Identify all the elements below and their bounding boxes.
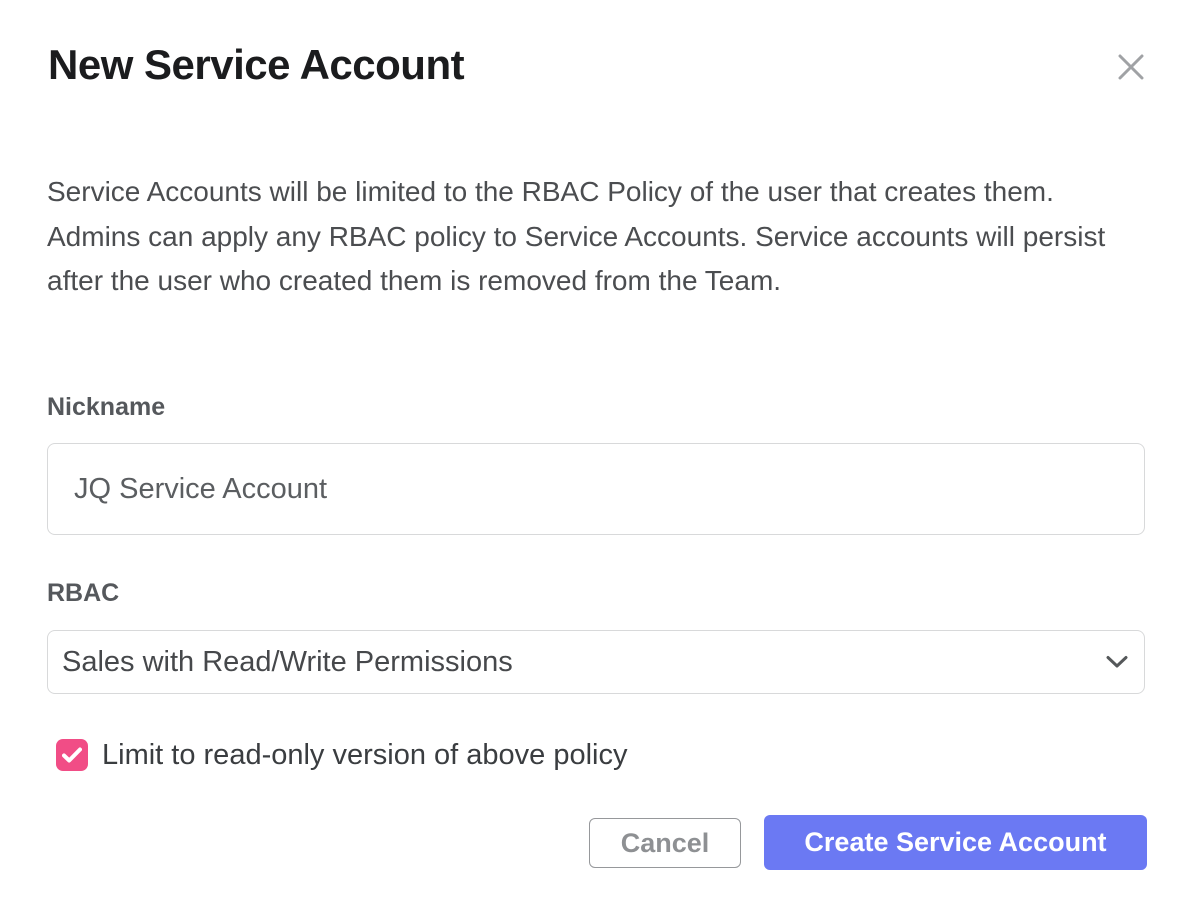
create-service-account-button[interactable]: Create Service Account [764, 815, 1147, 870]
nickname-input[interactable] [47, 443, 1145, 535]
rbac-selected-value: Sales with Read/Write Permissions [62, 646, 513, 679]
close-button[interactable] [1110, 46, 1152, 88]
rbac-label: RBAC [47, 578, 119, 608]
rbac-select[interactable]: Sales with Read/Write Permissions [47, 630, 1145, 694]
modal-description: Service Accounts will be limited to the … [47, 170, 1152, 304]
chevron-down-icon [1106, 655, 1128, 669]
new-service-account-modal: New Service Account Service Accounts wil… [0, 0, 1190, 904]
nickname-label: Nickname [47, 392, 165, 422]
cancel-button[interactable]: Cancel [589, 818, 741, 868]
readonly-policy-checkbox-row: Limit to read-only version of above poli… [56, 738, 627, 772]
modal-title: New Service Account [48, 40, 464, 90]
check-icon [62, 747, 82, 763]
readonly-policy-checkbox-label: Limit to read-only version of above poli… [102, 738, 627, 772]
readonly-policy-checkbox[interactable] [56, 739, 88, 771]
close-icon [1117, 53, 1145, 81]
